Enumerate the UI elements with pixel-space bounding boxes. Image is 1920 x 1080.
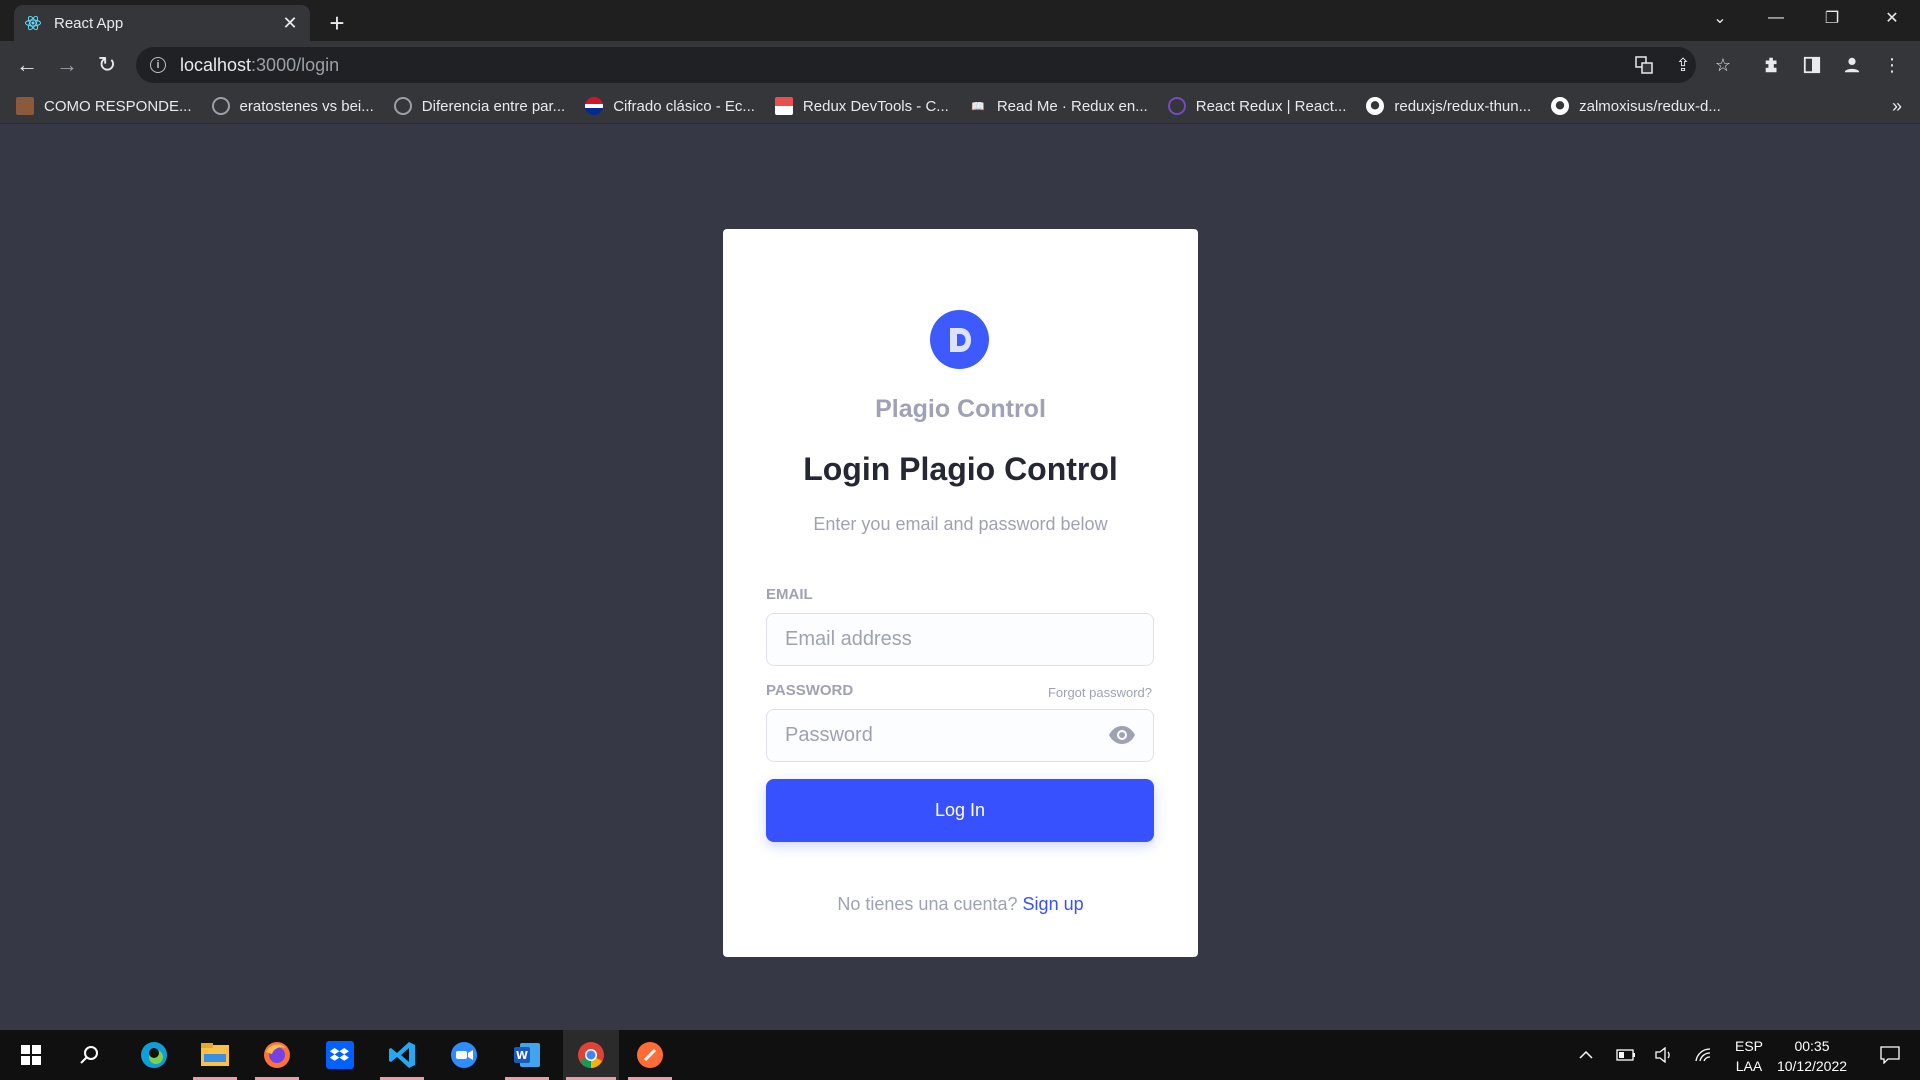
tab-strip: React App ✕ + ⌄ — ❐ ✕ [0,0,1920,41]
share-icon[interactable]: ⇪ [1671,53,1695,77]
profile-icon[interactable] [1840,53,1864,77]
dropbox-icon[interactable] [315,1030,365,1080]
side-panel-icon[interactable] [1800,53,1824,77]
close-tab-icon[interactable]: ✕ [280,13,300,33]
close-window-button[interactable]: ✕ [1864,0,1920,36]
bookmark-label: COMO RESPONDE... [44,97,192,115]
postman-icon[interactable] [625,1030,675,1080]
page-subtitle: Enter you email and password below [813,514,1108,534]
volume-icon[interactable] [1650,1030,1678,1080]
windows-start-icon[interactable] [6,1030,56,1080]
file-explorer-icon[interactable] [190,1030,240,1080]
page-title: Login Plagio Control [803,451,1118,487]
browser-toolbar: ← → ↻ i localhost:3000/login ⇪ ☆ ⋮ [0,41,1920,89]
translate-icon[interactable] [1632,53,1656,77]
browser-tab[interactable]: React App ✕ [14,5,310,41]
email-label: EMAIL [766,586,813,603]
forgot-password-link[interactable]: Forgot password? [1048,685,1152,700]
bookmarks-bar: COMO RESPONDE... eratostenes vs bei... D… [0,89,1920,124]
edge-icon[interactable] [129,1030,179,1080]
redux-icon [1167,97,1186,115]
forward-button[interactable]: → [51,49,83,81]
bookmark-item[interactable]: 📖 Read Me · Redux en... [969,97,1148,115]
globe-icon [211,97,230,115]
restore-button[interactable]: ❐ [1804,0,1860,36]
bookmark-item[interactable]: Diferencia entre par... [393,97,566,115]
bookmark-item[interactable]: Redux DevTools - C... [774,97,949,115]
clock-time: 00:35 [1794,1038,1830,1054]
svg-text:W: W [516,1049,528,1062]
bookmark-label: Redux DevTools - C... [802,97,949,115]
globe-icon [393,97,412,115]
url-host: localhost [180,54,252,75]
bookmark-label: Diferencia entre par... [421,97,566,115]
photo-icon [16,97,34,115]
chrome-icon[interactable] [563,1030,619,1080]
vscode-icon[interactable] [377,1030,427,1080]
store-icon [774,97,793,115]
bookmark-item[interactable]: zalmoxisus/redux-d... [1551,97,1721,115]
login-button[interactable]: Log In [766,779,1154,842]
github-icon [1551,97,1570,115]
bookmark-item[interactable]: reduxjs/redux-thun... [1366,97,1531,115]
password-field[interactable] [766,709,1154,762]
bookmark-item[interactable]: eratostenes vs bei... [211,97,374,115]
notifications-icon[interactable] [1866,1030,1914,1080]
react-icon [24,14,42,32]
address-bar[interactable]: i localhost:3000/login [136,47,1696,83]
bookmark-label: Cifrado clásico - Ec... [613,97,755,115]
clock[interactable]: 00:35 10/12/2022 [1770,1036,1854,1076]
tab-title: React App [54,14,124,32]
extensions-icon[interactable] [1760,53,1784,77]
minimize-button[interactable]: — [1748,0,1804,36]
cuba-flag-icon [585,97,604,115]
new-tab-button[interactable]: + [322,8,352,38]
taskbar: W ESP LAA 00:35 10/12/2022 [0,1030,1920,1080]
firefox-icon[interactable] [252,1030,302,1080]
language-code: ESP [1734,1038,1763,1054]
search-icon[interactable] [64,1030,114,1080]
signup-link[interactable]: Sign up [1023,894,1084,914]
bookmark-label: eratostenes vs bei... [239,97,374,115]
site-info-icon[interactable]: i [150,57,166,73]
book-icon: 📖 [970,100,985,113]
bookmark-item[interactable]: COMO RESPONDE... [16,97,192,115]
bookmark-label: React Redux | React... [1195,97,1347,115]
brand-name: Plagio Control [875,395,1046,423]
clock-date: 10/12/2022 [1776,1058,1848,1074]
bookmark-item[interactable]: React Redux | React... [1167,97,1347,115]
show-hidden-icons-button[interactable] [1572,1030,1600,1080]
more-bookmarks-button[interactable]: » [1892,96,1902,117]
signup-prompt: No tienes una cuenta? Sign up [723,894,1198,915]
tab-search-icon[interactable]: ⌄ [1692,0,1748,36]
battery-icon[interactable] [1612,1030,1640,1080]
password-label: PASSWORD [766,682,854,699]
reload-button[interactable]: ↻ [91,49,123,81]
bookmark-item[interactable]: Cifrado clásico - Ec... [585,97,755,115]
no-account-text: No tienes una cuenta? [837,894,1018,914]
bookmark-star-icon[interactable]: ☆ [1711,53,1735,77]
wifi-icon[interactable] [1690,1030,1718,1080]
word-icon[interactable]: W [502,1030,552,1080]
bookmark-label: reduxjs/redux-thun... [1394,97,1532,115]
github-icon [1366,97,1385,115]
back-button[interactable]: ← [11,49,43,81]
menu-icon[interactable]: ⋮ [1880,53,1904,77]
logo-icon [930,310,989,369]
url-path: :3000/login [251,54,340,75]
zoom-icon[interactable] [439,1030,489,1080]
keyboard-layout-code: LAA [1735,1058,1763,1074]
bookmark-label: Read Me · Redux en... [996,97,1148,115]
login-card: Plagio Control Login Plagio Control Ente… [723,229,1198,957]
email-field[interactable] [766,613,1154,666]
bookmark-label: zalmoxisus/redux-d... [1579,97,1721,115]
input-language-indicator[interactable]: ESP LAA [1724,1036,1774,1076]
show-password-icon[interactable] [1108,721,1136,749]
